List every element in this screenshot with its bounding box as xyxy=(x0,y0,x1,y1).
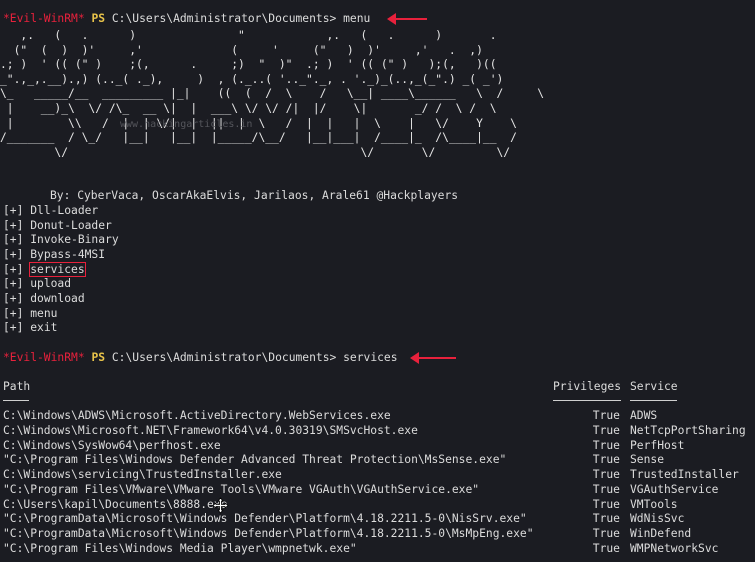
cell-service: NetTcpPortSharing xyxy=(630,423,746,437)
table-row: C:\Users\kapil\Documents\8888.exe True VMT… xyxy=(3,498,753,513)
cell-privileges: True xyxy=(592,541,620,555)
cell-path: C:\Windows\Microsoft.NET\Framework64\v4.… xyxy=(3,423,418,437)
cell-privileges: True xyxy=(592,423,620,437)
menu-item-prefix: [+] xyxy=(3,321,24,335)
table-row: C:\Windows\ADWS\Microsoft.ActiveDirector… xyxy=(3,409,753,424)
prompt-command: menu xyxy=(343,12,371,25)
cell-path: "C:\Program Files\VMware\VMware Tools\VM… xyxy=(3,482,480,496)
table-row: "C:\ProgramData\Microsoft\Windows Defend… xyxy=(3,527,753,542)
prompt-line-2: *Evil-WinRM* PS C:\Users\Administrator\D… xyxy=(3,351,398,366)
cell-service: WinDefend xyxy=(630,527,692,540)
prompt-ps: PS xyxy=(91,12,106,25)
menu-item-label: Bypass-4MSI xyxy=(30,247,106,261)
cell-service: WdNisSvc xyxy=(630,512,685,526)
header-path: Path xyxy=(3,380,31,393)
cell-privileges: True xyxy=(592,438,620,452)
cell-path: "C:\ProgramData\Microsoft\Windows Defend… xyxy=(3,512,527,526)
cell-service: ADWS xyxy=(630,409,658,422)
menu-item-prefix: [+] xyxy=(3,306,24,320)
cell-privileges: True xyxy=(592,482,620,496)
table-row: C:\Windows\Microsoft.NET\Framework64\v4.… xyxy=(3,424,753,439)
prompt-path: C:\Users\Administrator\Documents> xyxy=(111,12,337,25)
cell-path: "C:\Program Files\Windows Media Player\w… xyxy=(3,541,357,555)
table-row: "C:\ProgramData\Microsoft\Windows Defend… xyxy=(3,512,753,527)
ascii-banner: ,. ( . ) " ,. ( . ) . (" ( ) )' ,' ( ' (… xyxy=(0,29,545,159)
table-row: "C:\Program Files\Windows Defender Advan… xyxy=(3,453,753,468)
cell-service: Sense xyxy=(630,453,665,467)
prompt-path: C:\Users\Administrator\Documents> xyxy=(111,351,337,364)
menu-item: [+] upload xyxy=(3,277,71,292)
menu-item: [+] menu xyxy=(3,307,57,322)
table-row: "C:\Program Files\Windows Media Player\w… xyxy=(3,542,753,557)
table-row: C:\Windows\servicing\TrustedInstaller.ex… xyxy=(3,468,753,483)
menu-item-prefix: [+] xyxy=(3,291,24,305)
menu-item-prefix: [+] xyxy=(3,277,24,291)
menu-item-label: Donut-Loader xyxy=(30,218,112,232)
prompt-line-1: *Evil-WinRM* PS C:\Users\Administrator\D… xyxy=(3,12,370,27)
menu-item: [+] services xyxy=(3,261,86,278)
cell-privileges: True xyxy=(592,497,620,511)
cell-privileges: True xyxy=(592,527,620,540)
table-row: C:\Windows\SysWow64\perfhost.exe True Perf… xyxy=(3,439,753,454)
red-arrow-icon xyxy=(387,13,427,25)
menu-item-prefix: [+] xyxy=(3,247,24,261)
menu-item-label: download xyxy=(30,291,85,305)
prompt-tag: *Evil-WinRM* xyxy=(3,351,85,364)
cell-path: "C:\ProgramData\Microsoft\Windows Defend… xyxy=(3,527,534,540)
menu-item: [+] download xyxy=(3,292,85,307)
menu-item-prefix: [+] xyxy=(3,262,24,276)
menu-item: [+] Invoke-Binary xyxy=(3,233,119,248)
watermark: www.hackingarticles.in xyxy=(120,119,253,130)
menu-item-label: Dll-Loader xyxy=(30,204,99,217)
menu-item-label: upload xyxy=(30,277,72,291)
menu-item-label: Invoke-Binary xyxy=(30,233,119,247)
cell-service: WMPNetworkSvc xyxy=(630,541,719,555)
cell-service: VGAuthService xyxy=(630,482,719,496)
prompt-command: services xyxy=(343,351,398,364)
menu-item: [+] exit xyxy=(3,321,57,336)
cell-service: PerfHost xyxy=(630,438,685,452)
cell-privileges: True xyxy=(592,468,620,481)
menu-item: [+] Donut-Loader xyxy=(3,219,112,234)
cell-service: VMTools xyxy=(630,497,678,511)
move-cursor-icon xyxy=(212,497,229,514)
header-service-underline xyxy=(630,400,677,401)
menu-item-label: exit xyxy=(30,321,58,335)
header-service: Service xyxy=(630,380,678,393)
cell-privileges: True xyxy=(592,512,620,526)
cell-path: C:\Windows\servicing\TrustedInstaller.ex… xyxy=(3,468,282,481)
cell-path: C:\Windows\ADWS\Microsoft.ActiveDirector… xyxy=(3,409,391,422)
prompt-ps: PS xyxy=(91,351,106,364)
cell-path: C:\Users\kapil\Documents\8888.exe xyxy=(3,497,228,511)
menu-item: [+] Dll-Loader xyxy=(3,204,98,219)
cell-path: "C:\Program Files\Windows Defender Advan… xyxy=(3,453,507,467)
prompt-tag: *Evil-WinRM* xyxy=(3,12,85,25)
menu-item-prefix: [+] xyxy=(3,204,24,217)
cell-service: TrustedInstaller xyxy=(630,468,739,481)
menu-item-label-highlighted: services xyxy=(29,261,86,277)
credits-line: By: CyberVaca, OscarAkaElvis, Jarilaos, … xyxy=(50,189,459,202)
header-privileges: Privileges xyxy=(553,380,622,393)
cell-privileges: True xyxy=(592,409,620,422)
menu-item-prefix: [+] xyxy=(3,218,24,232)
header-privileges-underline xyxy=(553,400,621,401)
menu-item-prefix: [+] xyxy=(3,233,24,247)
header-path-underline xyxy=(3,400,29,401)
menu-item-label: menu xyxy=(30,306,58,320)
cell-path: C:\Windows\SysWow64\perfhost.exe xyxy=(3,438,221,452)
menu-item: [+] Bypass-4MSI xyxy=(3,248,105,263)
red-arrow-icon xyxy=(410,352,456,364)
table-row: "C:\Program Files\VMware\VMware Tools\VM… xyxy=(3,483,753,498)
cell-privileges: True xyxy=(592,453,620,467)
